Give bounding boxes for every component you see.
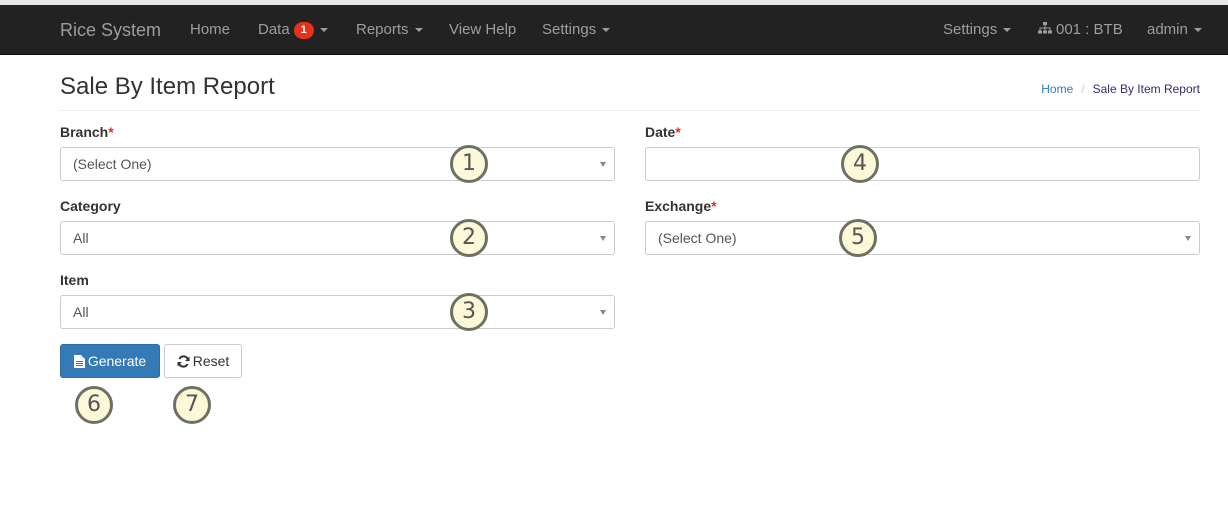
category-label-text: Category: [60, 198, 121, 214]
required-mark: *: [108, 124, 114, 140]
nav-data-dropdown[interactable]: Data 1: [258, 5, 328, 55]
category-label: Category: [60, 198, 121, 214]
chevron-down-icon: [414, 28, 423, 33]
required-mark: *: [675, 124, 681, 140]
page-title: Sale By Item Report: [60, 73, 275, 100]
dropdown-arrow-icon: [1185, 236, 1191, 241]
nav-settings-dropdown[interactable]: Settings: [542, 5, 611, 55]
marker-1: 1: [450, 145, 488, 183]
reset-button-label: Reset: [192, 353, 230, 369]
nav-home-label: Home: [190, 21, 231, 38]
sitemap-icon: [1038, 5, 1052, 55]
nav-right-settings-label: Settings: [943, 21, 998, 38]
breadcrumb-separator: /: [1081, 82, 1085, 96]
nav-view-help-label: View Help: [449, 21, 517, 38]
date-label-text: Date: [645, 124, 676, 140]
marker-7: 7: [173, 386, 211, 424]
marker-2: 2: [450, 219, 488, 257]
nav-view-help[interactable]: View Help: [449, 5, 516, 55]
item-select[interactable]: All: [60, 295, 615, 329]
dropdown-arrow-icon: [600, 310, 606, 315]
file-icon: [73, 354, 85, 368]
generate-button[interactable]: Generate: [60, 344, 160, 378]
page-header: Sale By Item Report Home / Sale By Item Re…: [60, 56, 1200, 111]
marker-6: 6: [75, 386, 113, 424]
chevron-down-icon: [602, 28, 611, 33]
item-label-text: Item: [60, 272, 89, 288]
date-input[interactable]: [645, 147, 1200, 181]
breadcrumb-home-link[interactable]: Home: [1041, 82, 1073, 96]
date-label: Date*: [645, 124, 681, 140]
nav-branch[interactable]: 001 : BTB: [1038, 5, 1123, 55]
exchange-select-value: (Select One): [658, 230, 737, 246]
nav-right-settings-dropdown[interactable]: Settings: [943, 5, 1012, 55]
marker-5: 5: [839, 219, 877, 257]
chevron-down-icon: [319, 28, 328, 33]
branch-select-value: (Select One): [73, 156, 152, 172]
generate-button-label: Generate: [87, 353, 147, 369]
dropdown-arrow-icon: [600, 162, 606, 167]
required-mark: *: [711, 198, 717, 214]
branch-select[interactable]: (Select One): [60, 147, 615, 181]
nav-user-label: admin: [1147, 21, 1188, 38]
nav-reports-dropdown[interactable]: Reports: [356, 5, 423, 55]
brand[interactable]: Rice System: [60, 5, 161, 55]
breadcrumb: Home / Sale By Item Report: [1041, 82, 1200, 96]
item-select-value: All: [73, 304, 89, 320]
item-label: Item: [60, 272, 89, 288]
nav-home[interactable]: Home: [190, 5, 230, 55]
exchange-select[interactable]: (Select One): [645, 221, 1200, 255]
data-badge: 1: [293, 21, 314, 39]
breadcrumb-current: Sale By Item Report: [1092, 82, 1200, 96]
category-select-value: All: [73, 230, 89, 246]
navbar: Rice System Home Data 1 Reports View Help…: [0, 5, 1228, 55]
nav-user-dropdown[interactable]: admin: [1147, 5, 1202, 55]
nav-reports-label: Reports: [356, 21, 409, 38]
chevron-down-icon: [1003, 28, 1012, 33]
nav-data-label: Data: [258, 21, 290, 38]
marker-4: 4: [841, 145, 879, 183]
reset-button[interactable]: Reset: [164, 344, 242, 378]
category-select[interactable]: All: [60, 221, 615, 255]
marker-3: 3: [450, 293, 488, 331]
refresh-icon: [177, 355, 190, 368]
branch-label-text: Branch: [60, 124, 109, 140]
exchange-label: Exchange*: [645, 198, 717, 214]
nav-settings-label: Settings: [542, 21, 597, 38]
exchange-label-text: Exchange: [645, 198, 712, 214]
nav-branch-label: 001 : BTB: [1056, 21, 1123, 38]
chevron-down-icon: [1193, 28, 1202, 33]
dropdown-arrow-icon: [600, 236, 606, 241]
branch-label: Branch*: [60, 124, 114, 140]
